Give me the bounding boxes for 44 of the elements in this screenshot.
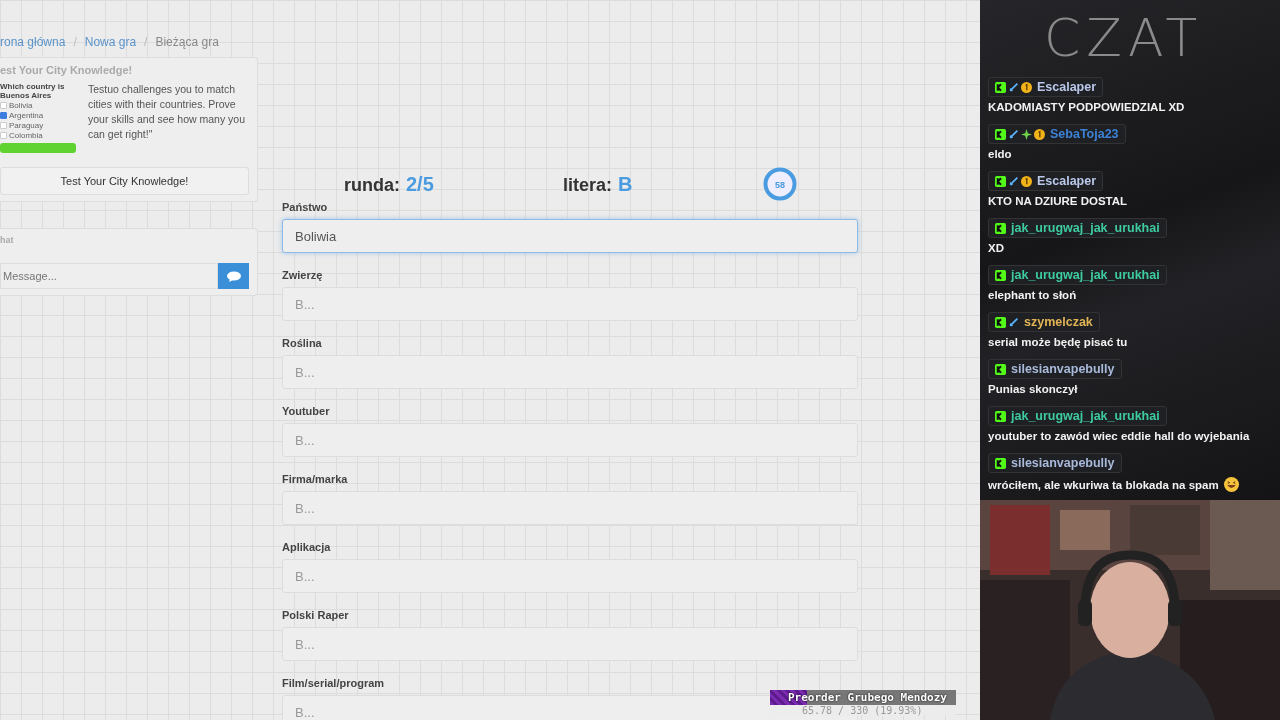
breadcrumb-separator: / — [73, 35, 77, 51]
chat-message: wróciłem, ale wkuriwa ta blokada na spam — [988, 478, 1219, 491]
letter-value: B — [618, 172, 633, 195]
field-label: Zwierzę — [282, 269, 324, 281]
username-tag: jak_urugwaj_jak_urukhai — [988, 218, 1167, 238]
chat-message: KTO NA DZIURE DOSTAL — [988, 195, 1128, 207]
chat-message: elephant to słoń — [988, 289, 1077, 301]
quiz-option: Paraguay — [9, 121, 44, 130]
username-tag: szymelczak — [988, 312, 1100, 332]
chat-message: serial może będę pisać tu — [988, 336, 1128, 348]
field-label: Firma/marka — [282, 473, 349, 485]
quiz-option: Argentina — [9, 111, 44, 120]
chat-heading: CZAT — [1044, 10, 1205, 66]
round-label: runda: — [344, 174, 400, 195]
breadcrumb-separator: / — [144, 35, 148, 51]
quiz-option: Colombia — [9, 131, 43, 140]
timer: 58 — [763, 167, 797, 201]
field-label: Youtuber — [282, 405, 331, 417]
field-label: Aplikacja — [282, 541, 332, 553]
chat-message: youtuber to zawód wiec eddie hall do wyjebania — [988, 430, 1250, 442]
username-tag: Escalaper — [988, 77, 1104, 97]
promo-title: est Your City Knowledge! — [0, 64, 134, 76]
username-tag: Escalaper — [988, 171, 1104, 191]
breadcrumb-current: Bieżąca gra — [155, 35, 219, 51]
letter-label: litera: — [563, 174, 613, 195]
field-label: Polski Raper — [282, 609, 350, 621]
chat-message: KADOMIASTY PODPOWIEDZIAL XD — [988, 101, 1185, 113]
chat-title: hat — [0, 235, 15, 245]
username-tag: jak_urugwaj_jak_urukhai — [988, 406, 1167, 426]
username-tag: silesianvapebully — [988, 359, 1122, 379]
chat-message: XD — [988, 242, 1004, 254]
promo-text: Testuo challenges you to match cities with their countries. Prove your skills and see how many you can get right!" — [88, 82, 246, 142]
field-label: Film/serial/program — [282, 677, 386, 689]
round-value: 2/5 — [406, 172, 434, 195]
goal-reading: 65.78 / 330 (19.93%) — [802, 705, 923, 716]
field-label: Państwo — [282, 201, 329, 213]
username-tag: jak_urugwaj_jak_urukhai — [988, 265, 1167, 285]
quiz-option: Bolivia — [9, 101, 33, 110]
username-tag: SebaToja23 — [988, 124, 1126, 144]
username-tag: silesianvapebully — [988, 453, 1122, 473]
field-label: Roślina — [282, 337, 323, 349]
quiz-question: Which country is Buenos Aires — [0, 82, 66, 100]
chat-message: eldo — [988, 148, 1012, 160]
chat-message: Punias skonczył — [988, 383, 1078, 395]
